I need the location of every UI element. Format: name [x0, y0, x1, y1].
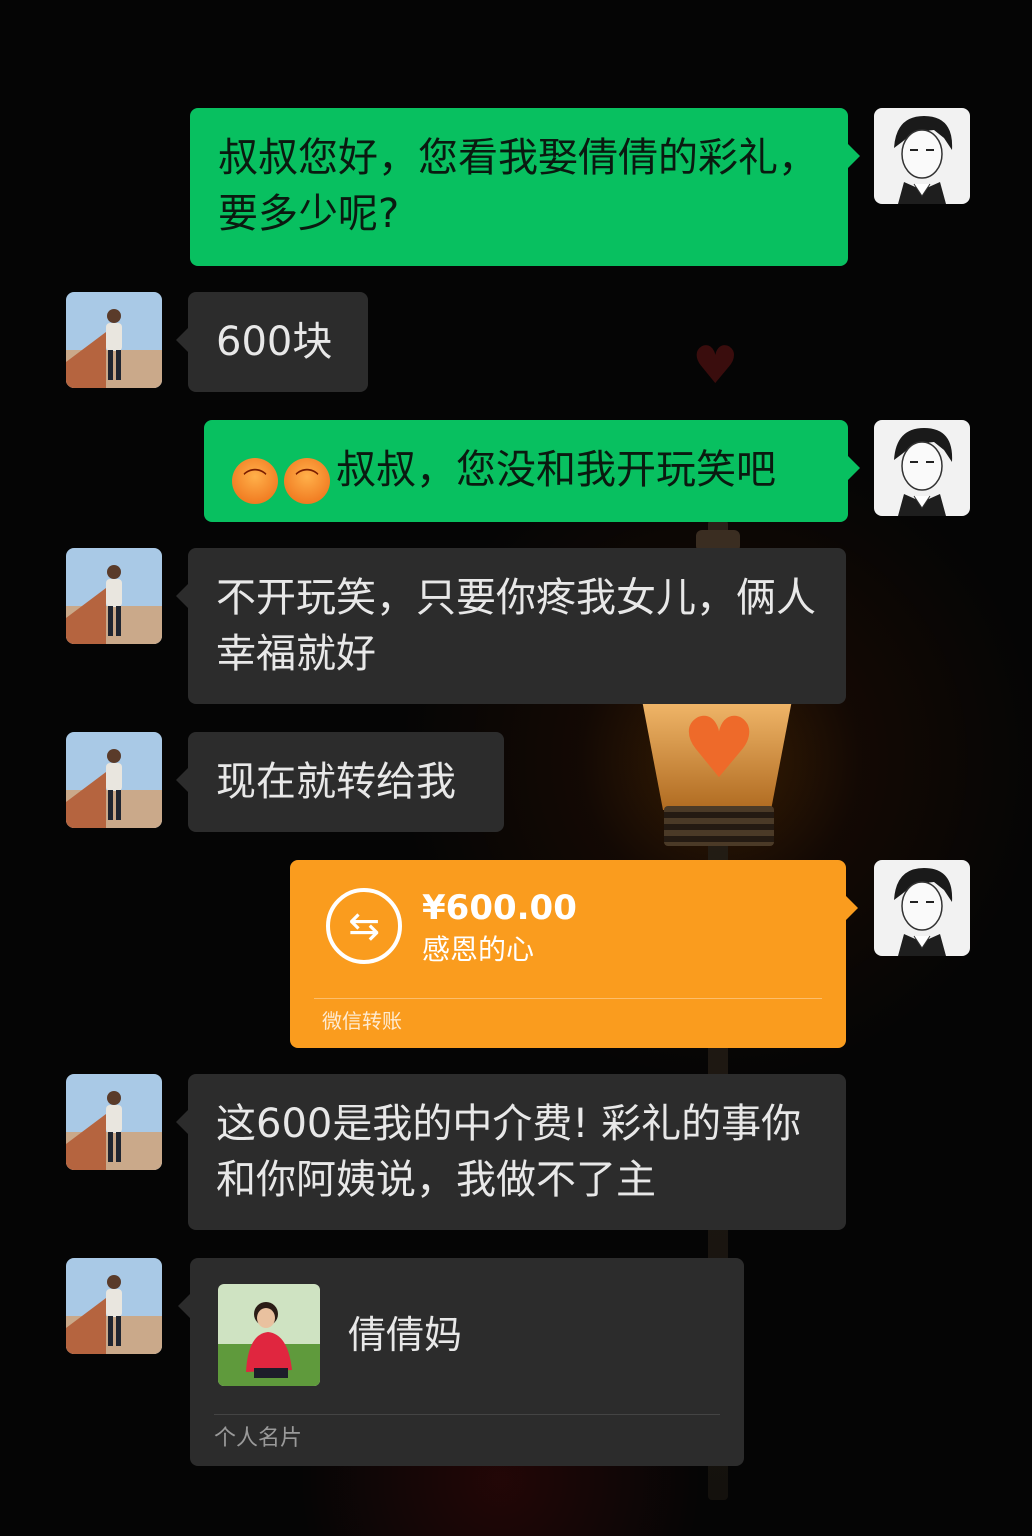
- my-avatar[interactable]: [874, 860, 970, 956]
- angry-face-emoji: ⌒: [232, 458, 278, 504]
- message-bubble-incoming[interactable]: 600块: [176, 292, 368, 392]
- message-bubble-outgoing[interactable]: 叔叔您好，您看我娶倩倩的彩礼，要多少呢?: [190, 108, 860, 266]
- transfer-card[interactable]: ⇆ ¥600.00 感恩的心 微信转账: [290, 860, 858, 1048]
- contact-avatar[interactable]: [66, 1258, 162, 1354]
- background-heart-icon: ♥: [692, 336, 739, 396]
- divider: [314, 998, 822, 999]
- contact-avatar[interactable]: [66, 548, 162, 644]
- message-bubble-incoming[interactable]: 现在就转给我: [176, 732, 504, 832]
- message-text: 叔叔您好，您看我娶倩倩的彩礼，要多少呢?: [218, 135, 818, 237]
- message-bubble-incoming[interactable]: 不开玩笑，只要你疼我女儿，俩人幸福就好: [176, 548, 846, 704]
- my-avatar[interactable]: [874, 420, 970, 516]
- contact-avatar[interactable]: [66, 1074, 162, 1170]
- contact-card-footer-label: 个人名片: [214, 1426, 303, 1451]
- message-text: 这600是我的中介费! 彩礼的事你和你阿姨说，我做不了主: [216, 1101, 802, 1203]
- transfer-footer-label: 微信转账: [322, 1009, 402, 1033]
- contact-card-name: 倩倩妈: [348, 1313, 463, 1357]
- contact-avatar[interactable]: [66, 732, 162, 828]
- chat-area[interactable]: ♥ ♥ 叔叔您好，您看我娶倩倩的彩礼，要多少呢? 600块 ⌒ ⌒ 叔叔，您没和…: [0, 0, 1032, 1536]
- transfer-arrows-icon: ⇆: [326, 888, 402, 964]
- background-lamp-base: [664, 806, 774, 846]
- message-text: 600块: [216, 319, 333, 365]
- angry-face-emoji: ⌒: [284, 458, 330, 504]
- divider: [214, 1414, 720, 1415]
- contact-card-photo: [218, 1284, 320, 1386]
- contact-card[interactable]: 倩倩妈 个人名片: [178, 1258, 744, 1466]
- message-bubble-outgoing[interactable]: ⌒ ⌒ 叔叔，您没和我开玩笑吧: [204, 420, 860, 522]
- contact-avatar[interactable]: [66, 292, 162, 388]
- message-text: 现在就转给我: [216, 759, 456, 805]
- message-bubble-incoming[interactable]: 这600是我的中介费! 彩礼的事你和你阿姨说，我做不了主: [176, 1074, 846, 1230]
- message-text: 不开玩笑，只要你疼我女儿，俩人幸福就好: [216, 575, 816, 677]
- transfer-amount: ¥600.00: [422, 888, 577, 928]
- transfer-note: 感恩的心: [422, 933, 535, 966]
- my-avatar[interactable]: [874, 108, 970, 204]
- background-lamp-heart-icon: ♥: [681, 699, 757, 797]
- message-text: 叔叔，您没和我开玩笑吧: [336, 447, 776, 493]
